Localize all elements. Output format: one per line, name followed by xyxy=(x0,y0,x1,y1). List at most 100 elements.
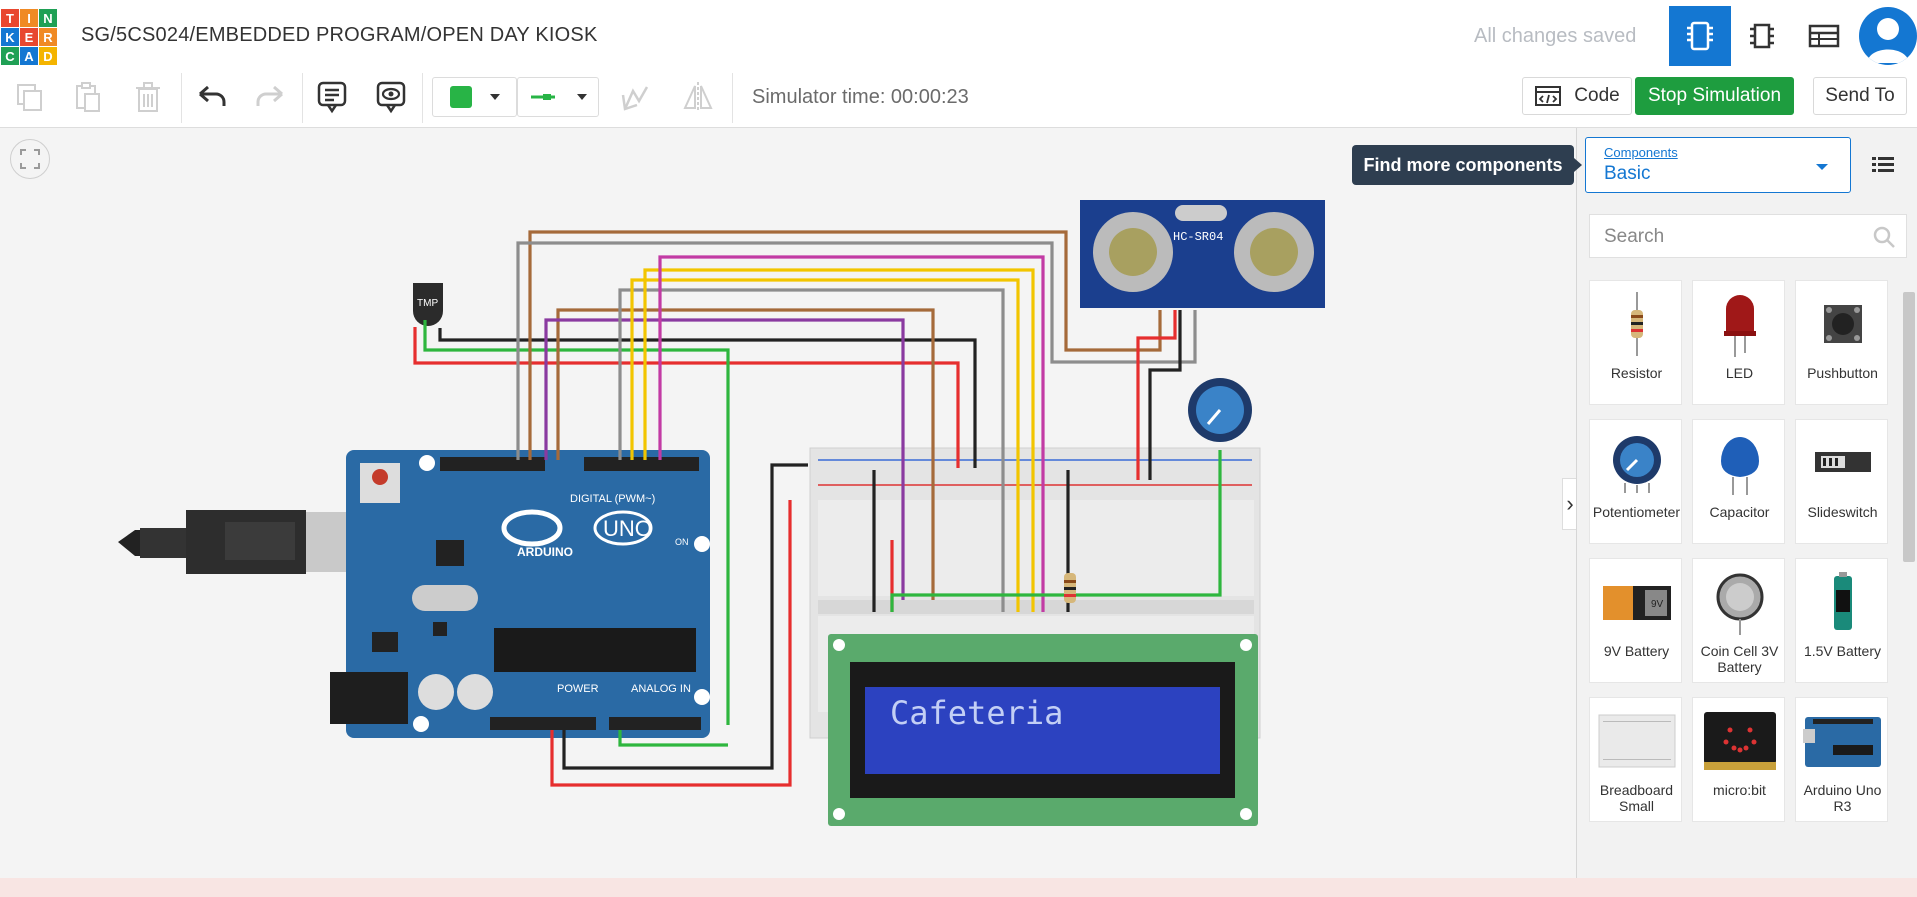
code-button[interactable]: Code xyxy=(1522,77,1632,115)
find-more-components-tooltip: Find more components xyxy=(1352,145,1582,185)
logo-letter: D xyxy=(39,47,57,65)
panel-scrollbar[interactable] xyxy=(1901,282,1917,878)
flip-icon xyxy=(683,82,713,112)
resistor[interactable] xyxy=(1064,573,1076,603)
component-card[interactable]: Potentiometer xyxy=(1589,419,1682,544)
code-label: Code xyxy=(1574,85,1620,106)
logo-letter: I xyxy=(20,9,38,27)
component-label: micro:bit xyxy=(1713,782,1766,798)
undo-icon xyxy=(199,85,226,106)
logo-letter: R xyxy=(39,28,57,46)
delete-button[interactable] xyxy=(128,77,168,117)
wire-color-picker[interactable] xyxy=(432,77,517,117)
wire-color-swatch xyxy=(449,86,472,108)
component-label: Slideswitch xyxy=(1807,504,1878,520)
toolbar-divider xyxy=(181,73,182,123)
scrollbar-thumb[interactable] xyxy=(1903,292,1915,562)
component-label: 1.5V Battery xyxy=(1803,643,1882,659)
hc-sr04-label: HC-SR04 xyxy=(1173,230,1223,244)
trash-icon xyxy=(136,82,160,112)
copy-button[interactable] xyxy=(10,77,50,117)
battery-9v-icon: 9V xyxy=(1590,567,1683,637)
logo-letter: C xyxy=(1,47,19,65)
component-list-icon xyxy=(1808,24,1840,48)
arduino-label: ARDUINO xyxy=(517,545,573,559)
stop-simulation-button[interactable]: Stop Simulation xyxy=(1635,77,1794,115)
schematic-view-button[interactable] xyxy=(1731,6,1793,66)
list-view-button[interactable] xyxy=(1868,150,1898,180)
wire-type-picker[interactable] xyxy=(517,77,599,117)
component-card[interactable]: Slideswitch xyxy=(1795,419,1888,544)
os-taskbar xyxy=(0,878,1917,897)
tmp-label: TMP xyxy=(417,298,438,309)
component-list-button[interactable] xyxy=(1793,6,1855,66)
undo-button[interactable] xyxy=(192,77,232,117)
potentiometer[interactable] xyxy=(1188,378,1252,442)
lcd-text: Cafeteria xyxy=(890,694,1063,732)
edit-toolbar: Simulator time: 00:00:23 Code Stop Simul… xyxy=(0,67,1917,128)
eye-note-icon xyxy=(376,81,406,114)
component-card[interactable]: Coin Cell 3V Battery xyxy=(1692,558,1785,683)
on-led-label: ON xyxy=(675,537,689,547)
logo-letter: K xyxy=(1,28,19,46)
project-title[interactable]: SG/5CS024/EMBEDDED PROGRAM/OPEN DAY KIOS… xyxy=(81,24,598,47)
notes-button[interactable] xyxy=(312,77,352,117)
component-card[interactable]: Breadboard Small xyxy=(1589,697,1682,822)
redo-icon xyxy=(256,85,283,106)
component-card[interactable]: micro:bit xyxy=(1692,697,1785,822)
paste-icon xyxy=(76,82,100,112)
search-input[interactable] xyxy=(1590,215,1876,259)
hc-sr04-sensor[interactable]: HC-SR04 xyxy=(1080,200,1325,308)
component-card[interactable]: Pushbutton xyxy=(1795,280,1888,405)
microbit-icon xyxy=(1693,706,1786,776)
component-label: Breadboard Small xyxy=(1599,782,1674,814)
logo-letter: E xyxy=(20,28,38,46)
logo-letter: N xyxy=(39,9,57,27)
rotate-button[interactable] xyxy=(615,77,655,117)
lcd-display[interactable]: Cafeteria xyxy=(828,634,1258,826)
component-label: Arduino Uno R3 xyxy=(1803,782,1882,814)
tmp-sensor[interactable]: TMP xyxy=(413,283,443,326)
component-label: Capacitor xyxy=(1709,504,1770,520)
led-icon xyxy=(1693,289,1786,359)
component-card[interactable]: 9V 9V Battery xyxy=(1589,558,1682,683)
component-search xyxy=(1589,214,1907,259)
logo-letter: A xyxy=(20,47,38,65)
tinkercad-logo[interactable]: TIN KER CAD xyxy=(1,9,57,65)
coin-cell-icon xyxy=(1693,567,1786,637)
toggle-notes-visibility-button[interactable] xyxy=(371,77,411,117)
circuit-view-button[interactable] xyxy=(1669,6,1731,66)
redo-button[interactable] xyxy=(250,77,290,117)
user-icon xyxy=(1867,18,1909,63)
send-to-button[interactable]: Send To xyxy=(1813,77,1907,115)
toolbar-divider xyxy=(732,73,733,123)
component-label: Potentiometer xyxy=(1592,504,1681,520)
simulator-time: Simulator time: 00:00:23 xyxy=(752,86,969,108)
user-avatar[interactable] xyxy=(1859,7,1917,65)
flip-button[interactable] xyxy=(678,77,718,117)
component-card[interactable]: 1.5V Battery xyxy=(1795,558,1888,683)
rotate-icon xyxy=(621,86,649,111)
code-icon xyxy=(1535,86,1562,106)
pushbutton-icon xyxy=(1796,289,1889,359)
paste-button[interactable] xyxy=(68,77,108,117)
component-label: Coin Cell 3V Battery xyxy=(1700,643,1779,675)
component-card[interactable]: Resistor xyxy=(1589,280,1682,405)
component-label: Resistor xyxy=(1610,365,1663,381)
component-card[interactable]: LED xyxy=(1692,280,1785,405)
chevron-down-icon xyxy=(489,94,500,100)
toolbar-divider xyxy=(302,73,303,123)
component-card[interactable]: Arduino Uno R3 xyxy=(1795,697,1888,822)
circuit-drawing: DIGITAL (PWM~) UNO ARDUINO ON POWER ANAL… xyxy=(118,200,1325,826)
components-dropdown[interactable]: Components Basic xyxy=(1585,137,1851,193)
component-card[interactable]: Capacitor xyxy=(1692,419,1785,544)
search-icon[interactable] xyxy=(1872,225,1896,249)
save-status: All changes saved xyxy=(1474,25,1637,47)
components-dropdown-label: Components xyxy=(1604,145,1678,160)
power-label: POWER xyxy=(557,683,599,695)
chevron-down-icon xyxy=(1816,164,1828,170)
potentiometer-icon xyxy=(1590,428,1683,498)
logo-letter: T xyxy=(1,9,19,27)
capacitor-icon xyxy=(1693,428,1786,498)
arduino-uno-board[interactable]: DIGITAL (PWM~) UNO ARDUINO ON POWER ANAL… xyxy=(330,450,710,738)
